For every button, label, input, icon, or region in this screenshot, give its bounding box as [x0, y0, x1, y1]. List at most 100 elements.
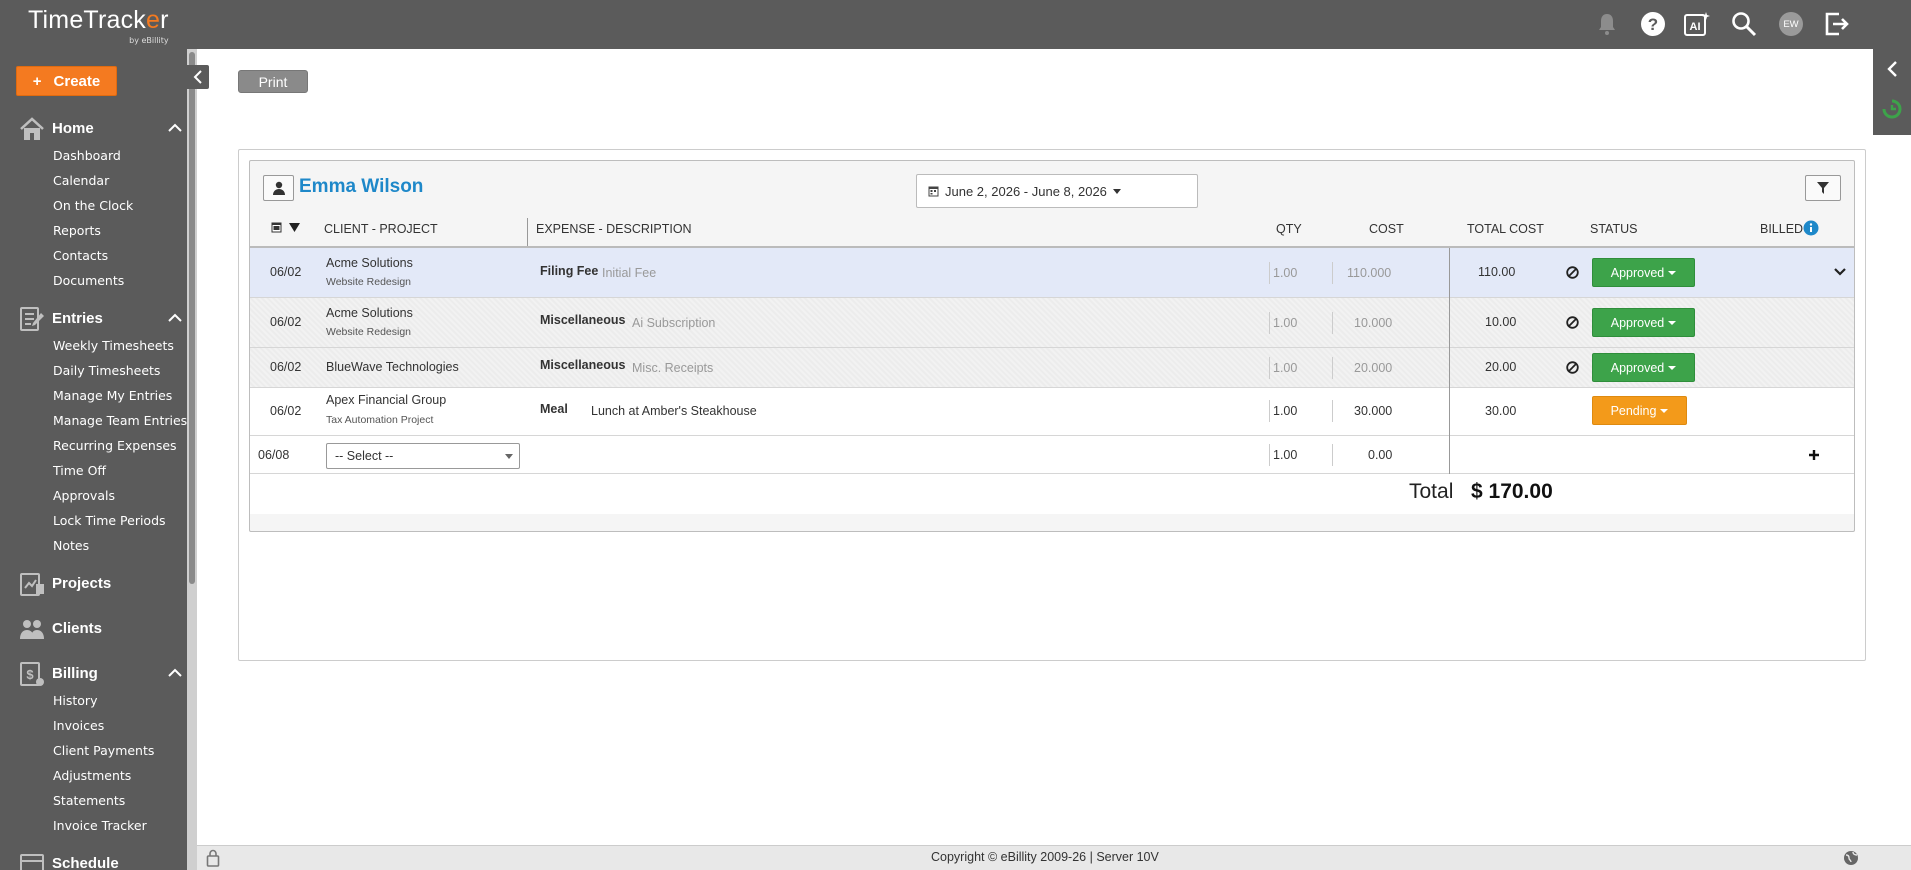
- sidebar-item-invoices[interactable]: Invoices: [53, 718, 104, 733]
- app-logo[interactable]: TimeTracker by eBillity: [28, 6, 169, 45]
- row-expense-type: Miscellaneous: [540, 358, 626, 372]
- sidebar-item-on-the-clock[interactable]: On the Clock: [53, 198, 133, 213]
- calendar-icon: [271, 222, 282, 233]
- not-billable-icon[interactable]: [1566, 266, 1579, 279]
- billing-icon: $: [20, 662, 44, 686]
- sidebar-section-schedule[interactable]: Schedule: [0, 850, 187, 870]
- new-entry-qty[interactable]: 1.00: [1273, 448, 1297, 462]
- sidebar-item-statements[interactable]: Statements: [53, 793, 125, 808]
- not-billable-icon[interactable]: [1566, 316, 1579, 329]
- user-avatar[interactable]: EW: [1777, 10, 1805, 38]
- column-header-client-project[interactable]: CLIENT - PROJECT: [324, 222, 438, 236]
- sidebar-item-approvals[interactable]: Approvals: [53, 488, 115, 503]
- sidebar-scrollbar-thumb[interactable]: [189, 52, 195, 584]
- cell-divider: [1332, 262, 1333, 284]
- sidebar-item-invoice-tracker[interactable]: Invoice Tracker: [53, 818, 147, 833]
- globe-icon[interactable]: [1843, 850, 1859, 866]
- chevron-down-icon[interactable]: [1834, 268, 1846, 277]
- row-client: BlueWave Technologies: [326, 360, 459, 374]
- row-description: Initial Fee: [602, 266, 657, 280]
- new-entry-date[interactable]: 06/08: [258, 448, 289, 462]
- add-entry-icon[interactable]: [1808, 449, 1820, 461]
- sidebar-item-manage-my-entries[interactable]: Manage My Entries: [53, 388, 172, 403]
- filter-button[interactable]: [1805, 175, 1841, 201]
- not-billable-icon[interactable]: [1566, 361, 1579, 374]
- status-dropdown-approved[interactable]: Approved: [1592, 353, 1695, 382]
- table-row[interactable]: 06/02 Acme Solutions Website Redesign Fi…: [250, 248, 1854, 298]
- column-header-cost[interactable]: COST: [1369, 222, 1404, 236]
- cell-divider: [1449, 348, 1450, 388]
- sidebar-section-home[interactable]: Home: [0, 115, 187, 143]
- search-icon[interactable]: [1730, 10, 1758, 38]
- chevron-up-icon[interactable]: [168, 668, 182, 678]
- chevron-up-icon[interactable]: [168, 313, 182, 323]
- svg-text:?: ?: [1648, 15, 1658, 34]
- sidebar-section-entries[interactable]: Entries: [0, 305, 187, 333]
- sidebar-item-contacts[interactable]: Contacts: [53, 248, 108, 263]
- sort-by-date-control[interactable]: [270, 221, 301, 237]
- help-icon[interactable]: ?: [1639, 10, 1667, 38]
- chevron-left-icon[interactable]: [1886, 61, 1898, 77]
- date-range-picker[interactable]: June 2, 2026 - June 8, 2026: [916, 174, 1198, 208]
- user-name[interactable]: Emma Wilson: [299, 176, 423, 198]
- status-dropdown-approved[interactable]: Approved: [1592, 308, 1695, 337]
- row-description: Misc. Receipts: [632, 361, 714, 375]
- filter-icon: [1817, 182, 1829, 194]
- svg-text:AI: AI: [1690, 21, 1701, 33]
- row-qty: 1.00: [1273, 361, 1298, 375]
- print-button[interactable]: Print: [238, 70, 308, 93]
- sidebar-section-billing[interactable]: $ Billing: [0, 660, 187, 688]
- column-header-billed[interactable]: BILLED: [1760, 222, 1803, 236]
- user-picker-button[interactable]: [263, 175, 294, 201]
- column-header-status[interactable]: STATUS: [1590, 222, 1637, 236]
- column-divider[interactable]: [527, 218, 528, 246]
- row-date: 06/02: [270, 315, 302, 329]
- ai-assistant-icon[interactable]: AI: [1683, 10, 1711, 38]
- client-project-select[interactable]: -- Select --: [326, 443, 520, 469]
- sidebar-item-daily-timesheets[interactable]: Daily Timesheets: [53, 363, 160, 378]
- sidebar-item-weekly-timesheets[interactable]: Weekly Timesheets: [53, 338, 174, 353]
- cell-divider: [1269, 400, 1270, 422]
- sidebar-section-clients[interactable]: Clients: [0, 615, 187, 643]
- app-byline: by eBillity: [129, 36, 169, 45]
- sidebar-item-reports[interactable]: Reports: [53, 223, 101, 238]
- collapse-sidebar-button[interactable]: [187, 65, 209, 89]
- lock-icon[interactable]: [206, 849, 220, 867]
- sidebar-item-notes[interactable]: Notes: [53, 538, 89, 553]
- row-total: 10.00: [1485, 315, 1517, 329]
- row-description: Lunch at Amber's Steakhouse: [591, 404, 757, 418]
- column-header-expense-description[interactable]: EXPENSE - DESCRIPTION: [536, 222, 692, 236]
- timer-icon[interactable]: [1881, 98, 1903, 120]
- status-dropdown-approved[interactable]: Approved: [1592, 258, 1695, 287]
- calendar-icon: [20, 854, 44, 870]
- table-row[interactable]: 06/02 Acme Solutions Website Redesign Mi…: [250, 298, 1854, 348]
- table-row[interactable]: 06/02 Apex Financial Group Tax Automatio…: [250, 388, 1854, 436]
- status-dropdown-pending[interactable]: Pending: [1592, 396, 1687, 425]
- sidebar-item-history[interactable]: History: [53, 693, 97, 708]
- sidebar-item-dashboard[interactable]: Dashboard: [53, 148, 121, 163]
- column-header-qty[interactable]: QTY: [1276, 222, 1302, 236]
- sidebar-item-manage-team-entries[interactable]: Manage Team Entries: [53, 413, 187, 428]
- row-expense-type: Miscellaneous: [540, 313, 626, 327]
- info-icon[interactable]: [1803, 220, 1819, 236]
- sidebar-item-calendar[interactable]: Calendar: [53, 173, 109, 188]
- chevron-up-icon[interactable]: [168, 123, 182, 133]
- logout-icon[interactable]: [1823, 10, 1851, 38]
- sidebar-item-recurring-expenses[interactable]: Recurring Expenses: [53, 438, 177, 453]
- row-client: Acme Solutions: [326, 306, 413, 320]
- cell-divider: [1449, 248, 1450, 298]
- sidebar-item-adjustments[interactable]: Adjustments: [53, 768, 131, 783]
- sidebar-item-client-payments[interactable]: Client Payments: [53, 743, 154, 758]
- table-row[interactable]: 06/02 BlueWave Technologies Miscellaneou…: [250, 348, 1854, 388]
- row-cost: 110.000: [1347, 266, 1392, 280]
- column-header-total-cost[interactable]: TOTAL COST: [1467, 222, 1544, 236]
- row-total: 30.00: [1485, 404, 1517, 418]
- sidebar-section-projects[interactable]: Projects: [0, 570, 187, 598]
- sidebar-item-lock-time-periods[interactable]: Lock Time Periods: [53, 513, 166, 528]
- row-total: 20.00: [1485, 360, 1517, 374]
- new-entry-cost[interactable]: 0.00: [1368, 448, 1392, 462]
- sidebar-item-time-off[interactable]: Time Off: [53, 463, 106, 478]
- bell-icon[interactable]: [1593, 10, 1621, 38]
- create-button[interactable]: + Create: [16, 66, 117, 96]
- sidebar-item-documents[interactable]: Documents: [53, 273, 124, 288]
